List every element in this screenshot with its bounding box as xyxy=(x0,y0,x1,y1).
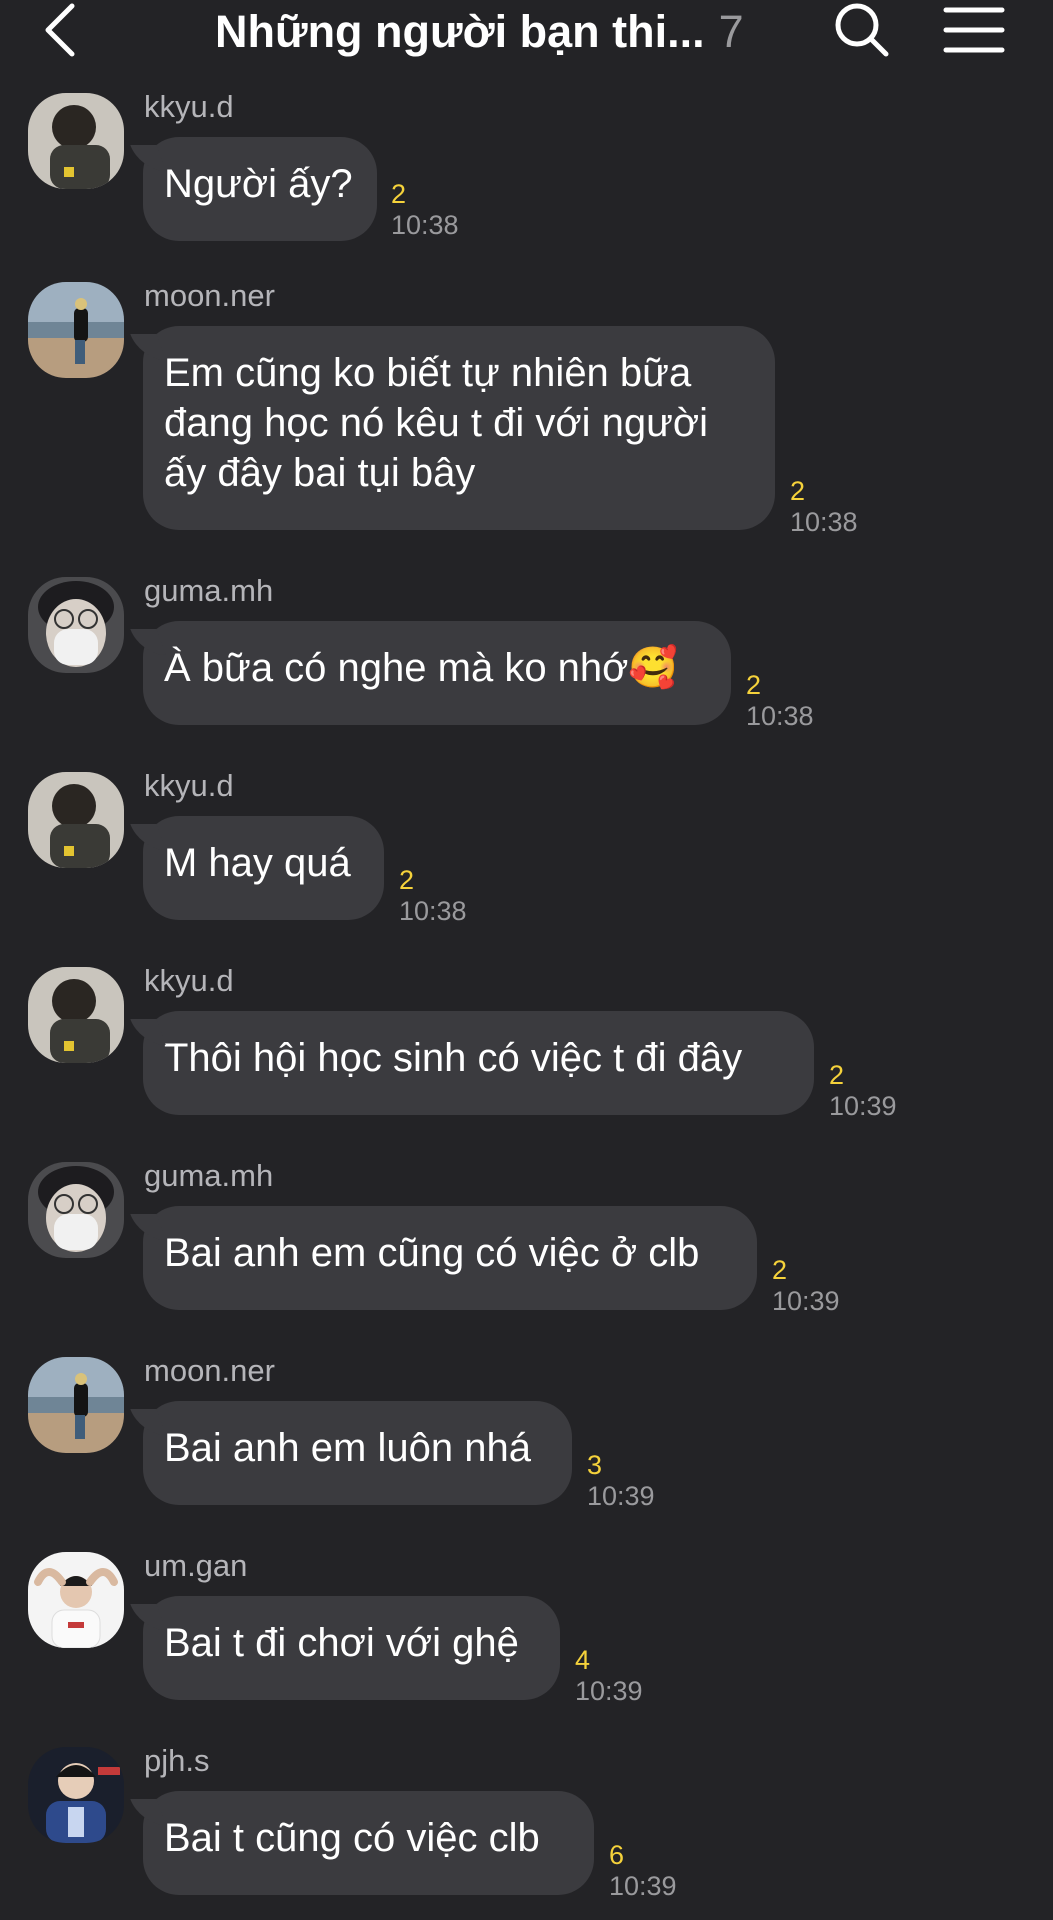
username[interactable]: moon.ner xyxy=(144,278,275,314)
avatar[interactable] xyxy=(28,1357,124,1453)
search-button[interactable] xyxy=(832,0,892,60)
username[interactable]: kkyu.d xyxy=(144,768,234,804)
message-bubble[interactable]: Bai anh em cũng có việc ở clb xyxy=(143,1206,757,1310)
menu-button[interactable] xyxy=(940,4,1010,56)
timestamp: 10:39 xyxy=(772,1286,840,1316)
unread-count: 2 xyxy=(772,1255,788,1285)
message-bubble[interactable]: Em cũng ko biết tự nhiên bữa đang học nó… xyxy=(143,326,775,530)
username[interactable]: kkyu.d xyxy=(144,89,234,125)
unread-count: 4 xyxy=(575,1645,591,1675)
message-bubble[interactable]: Người ấy? xyxy=(143,137,377,241)
message-meta: 2 10:38 xyxy=(790,476,858,538)
search-icon xyxy=(835,3,889,57)
unread-count: 2 xyxy=(790,476,806,506)
username[interactable]: guma.mh xyxy=(144,1158,273,1194)
avatar[interactable] xyxy=(28,1552,124,1648)
unread-count: 2 xyxy=(746,670,762,700)
back-button[interactable] xyxy=(40,2,90,60)
timestamp: 10:39 xyxy=(587,1481,655,1511)
message-meta: 3 10:39 xyxy=(587,1450,655,1512)
unread-count: 2 xyxy=(399,865,415,895)
avatar[interactable] xyxy=(28,577,124,673)
message-meta: 2 10:39 xyxy=(772,1255,840,1317)
member-count: 7 xyxy=(718,6,744,57)
menu-icon xyxy=(943,7,1005,53)
message-bubble[interactable]: Bai anh em luôn nhá xyxy=(143,1401,572,1505)
timestamp: 10:39 xyxy=(609,1871,677,1901)
username[interactable]: kkyu.d xyxy=(144,963,234,999)
username[interactable]: moon.ner xyxy=(144,1353,275,1389)
message-bubble[interactable]: Thôi hội học sinh có việc t đi đây xyxy=(143,1011,814,1115)
message-bubble[interactable]: Bai t cũng có việc clb xyxy=(143,1791,594,1895)
unread-count: 6 xyxy=(609,1840,625,1870)
chevron-left-icon xyxy=(45,3,75,57)
timestamp: 10:38 xyxy=(399,896,467,926)
avatar[interactable] xyxy=(28,772,124,868)
unread-count: 2 xyxy=(829,1060,845,1090)
chat-title-area[interactable]: Những người bạn thi... 7 xyxy=(215,4,744,60)
chat-header: Những người bạn thi... 7 xyxy=(0,0,1053,70)
avatar[interactable] xyxy=(28,282,124,378)
unread-count: 3 xyxy=(587,1450,603,1480)
timestamp: 10:38 xyxy=(746,701,814,731)
message-meta: 4 10:39 xyxy=(575,1645,643,1707)
avatar[interactable] xyxy=(28,1747,124,1843)
message-meta: 2 10:38 xyxy=(399,865,467,927)
message-meta: 2 10:38 xyxy=(391,179,459,241)
timestamp: 10:39 xyxy=(829,1091,897,1121)
timestamp: 10:39 xyxy=(575,1676,643,1706)
username[interactable]: um.gan xyxy=(144,1548,247,1584)
message-meta: 2 10:38 xyxy=(746,670,814,732)
avatar[interactable] xyxy=(28,967,124,1063)
username[interactable]: pjh.s xyxy=(144,1743,209,1779)
avatar[interactable] xyxy=(28,93,124,189)
timestamp: 10:38 xyxy=(790,507,858,537)
message-bubble[interactable]: Bai t đi chơi với ghệ xyxy=(143,1596,560,1700)
avatar[interactable] xyxy=(28,1162,124,1258)
chat-title: Những người bạn thi... xyxy=(215,6,705,57)
message-meta: 2 10:39 xyxy=(829,1060,897,1122)
username[interactable]: guma.mh xyxy=(144,573,273,609)
unread-count: 2 xyxy=(391,179,407,209)
message-bubble[interactable]: M hay quá xyxy=(143,816,384,920)
message-meta: 6 10:39 xyxy=(609,1840,677,1902)
timestamp: 10:38 xyxy=(391,210,459,240)
message-bubble[interactable]: À bữa có nghe mà ko nhớ🥰 xyxy=(143,621,731,725)
